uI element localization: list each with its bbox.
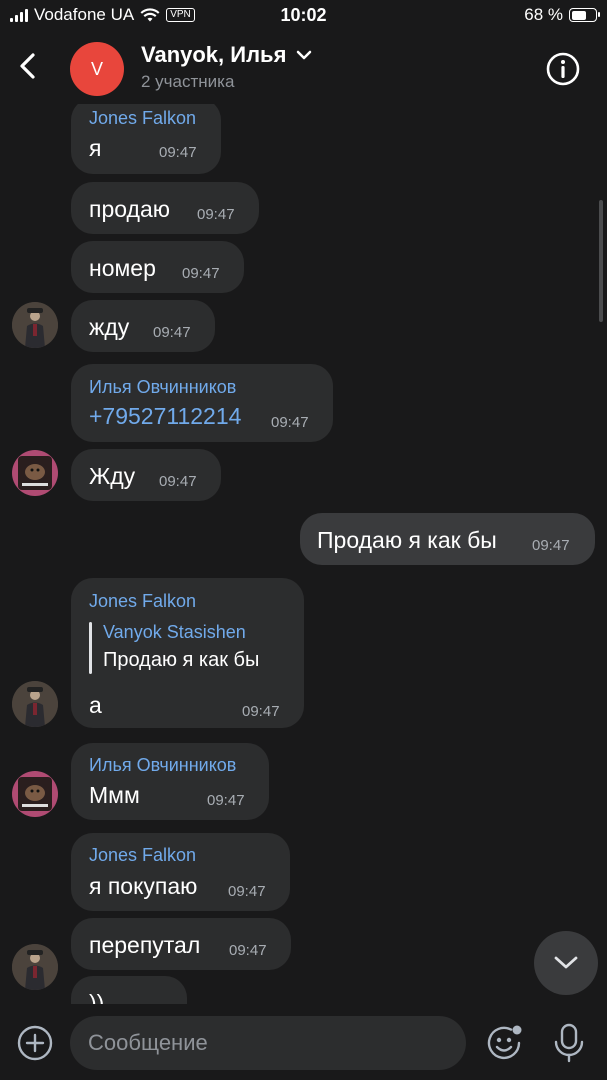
message-text: перепутал: [89, 932, 201, 958]
chat-title[interactable]: Vanyok, Илья: [141, 42, 312, 68]
message-bubble[interactable]: Илья Овчинников Ммм 09:47: [71, 743, 269, 820]
outgoing-message-bubble[interactable]: Продаю я как бы 09:47: [300, 513, 595, 565]
phone-link[interactable]: +79527112214: [89, 403, 241, 430]
message-bubble[interactable]: жду 09:47: [71, 300, 215, 352]
message-text: жду: [89, 314, 130, 340]
message-time: 09:47: [242, 703, 280, 720]
reply-author[interactable]: Vanyok Stasishen: [103, 622, 246, 643]
status-time: 10:02: [280, 5, 327, 25]
message-text: Жду: [89, 463, 136, 489]
chat-avatar[interactable]: V: [70, 42, 124, 96]
message-text: Продаю я как бы: [317, 527, 497, 553]
message-bubble[interactable]: Илья Овчинников +79527112214 09:47: [71, 364, 333, 442]
battery-percent: 68 %: [524, 5, 563, 24]
message-input[interactable]: [70, 1016, 466, 1070]
sender-name[interactable]: Jones Falkon: [89, 108, 196, 129]
smiley-icon[interactable]: [485, 1023, 525, 1063]
sender-name[interactable]: Jones Falkon: [89, 591, 196, 612]
message-time: 09:47: [207, 792, 245, 809]
plus-circle-icon[interactable]: [16, 1024, 54, 1062]
chat-header: V Vanyok, Илья 2 участника: [0, 32, 607, 104]
chevron-down-icon: [554, 956, 578, 969]
scrollbar[interactable]: [599, 200, 603, 322]
chat-title-text: Vanyok, Илья: [141, 42, 287, 67]
message-time: 09:47: [197, 206, 235, 223]
scroll-to-bottom-button[interactable]: [534, 931, 598, 995]
message-time: 09:47: [228, 883, 266, 900]
sender-name[interactable]: Jones Falkon: [89, 845, 196, 866]
user-avatar[interactable]: [12, 944, 58, 990]
message-time: 09:47: [229, 942, 267, 959]
back-chevron-icon[interactable]: [10, 48, 46, 84]
avatar-photo-icon: [12, 771, 58, 817]
battery-icon: [569, 8, 600, 22]
microphone-icon[interactable]: [550, 1022, 588, 1064]
user-avatar[interactable]: [12, 302, 58, 348]
message-list[interactable]: Jones Falkon я 09:47 продаю 09:47 номер …: [0, 104, 607, 1004]
message-bubble[interactable]: Jones Falkon я покупаю 09:47: [71, 833, 290, 911]
status-bar: Vodafone UA VPN 10:02 68 %: [0, 0, 607, 32]
message-bubble[interactable]: перепутал 09:47: [71, 918, 291, 970]
message-time: 09:47: [532, 537, 570, 554]
message-bubble-with-reply[interactable]: Jones Falkon Vanyok Stasishen Продаю я к…: [71, 578, 304, 728]
user-avatar[interactable]: [12, 771, 58, 817]
message-text: Ммм: [89, 782, 140, 808]
avatar-photo-icon: [12, 302, 58, 348]
avatar-photo-icon: [12, 944, 58, 990]
message-bubble[interactable]: номер 09:47: [71, 241, 244, 293]
message-time: 09:47: [159, 144, 197, 161]
message-bubble[interactable]: Жду 09:47: [71, 449, 221, 501]
message-bubble[interactable]: Jones Falkon я 09:47: [71, 104, 221, 174]
message-text: )): [89, 990, 105, 1004]
sender-name[interactable]: Илья Овчинников: [89, 377, 236, 398]
user-avatar[interactable]: [12, 681, 58, 727]
message-bubble[interactable]: )): [71, 976, 187, 1004]
message-text: я: [89, 135, 102, 161]
user-avatar[interactable]: [12, 450, 58, 496]
chevron-down-icon: [297, 50, 312, 60]
reply-quote-bar: [89, 622, 92, 674]
message-text: продаю: [89, 196, 170, 222]
chat-subtitle: 2 участника: [141, 72, 235, 91]
sender-name[interactable]: Илья Овчинников: [89, 755, 236, 776]
message-time: 09:47: [159, 473, 197, 490]
message-composer: [0, 1004, 607, 1080]
info-icon[interactable]: [544, 50, 582, 88]
avatar-photo-icon: [12, 450, 58, 496]
message-time: 09:47: [271, 414, 309, 431]
message-time: 09:47: [153, 324, 191, 341]
message-bubble[interactable]: продаю 09:47: [71, 182, 259, 234]
avatar-photo-icon: [12, 681, 58, 727]
message-time: 09:47: [182, 265, 220, 282]
message-text: я покупаю: [89, 873, 198, 899]
message-text: номер: [89, 255, 156, 281]
reply-quote-text[interactable]: Продаю я как бы: [103, 649, 259, 672]
message-text: а: [89, 692, 102, 718]
